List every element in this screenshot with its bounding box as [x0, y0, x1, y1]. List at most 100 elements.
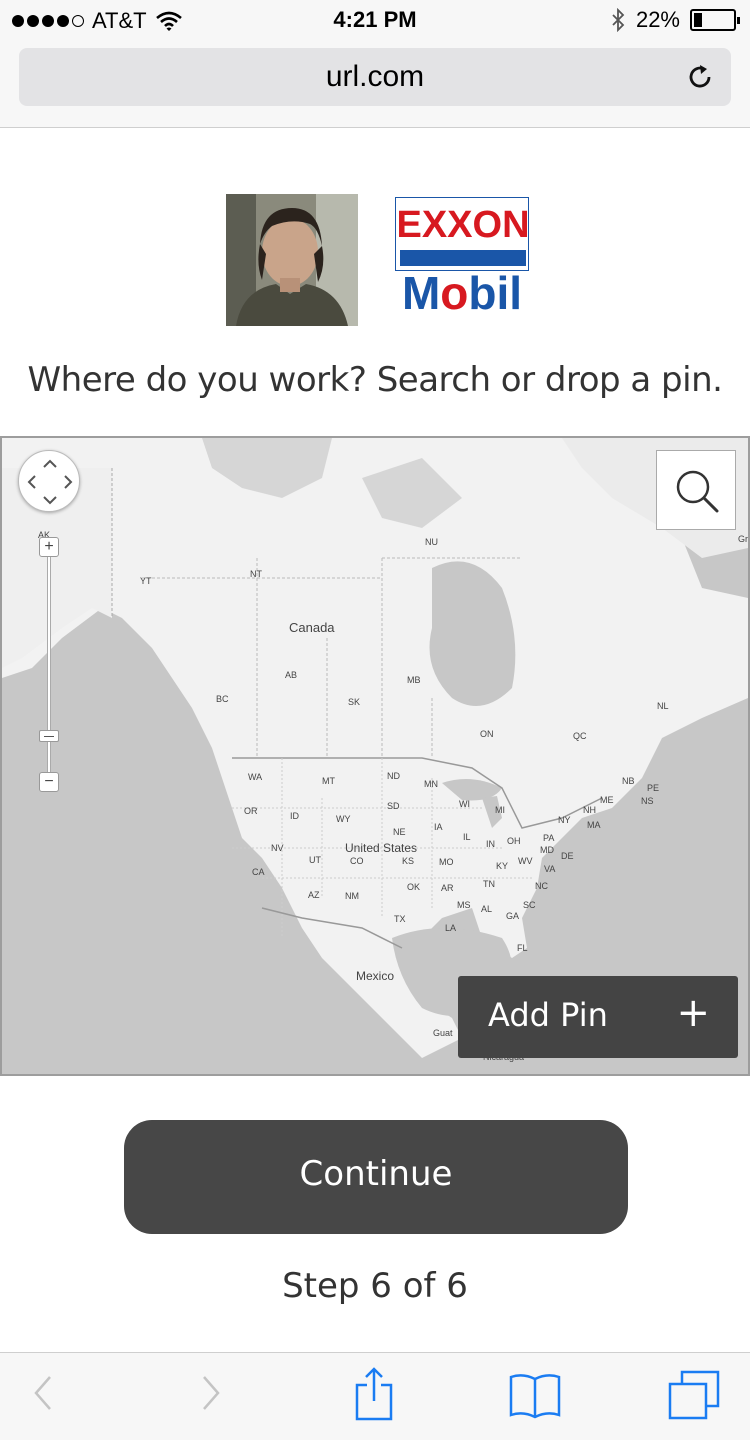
map-label-in: IN: [486, 839, 495, 849]
logo-brand-bottom: Mobil: [392, 266, 532, 320]
map-label-wy: WY: [336, 814, 351, 824]
map-label-nb: NB: [622, 776, 635, 786]
battery-icon: [690, 9, 740, 31]
company-logo: EXXON Mobil: [392, 194, 532, 324]
logo-brand-bottom-rest: bil: [468, 267, 523, 319]
map-label-ok: OK: [407, 882, 421, 892]
map-label-ut: UT: [309, 855, 321, 865]
map-label-id: ID: [290, 811, 299, 821]
map-label-guatemala: Guat: [433, 1028, 453, 1038]
zoom-slider-thumb[interactable]: [39, 730, 59, 742]
battery-percent: 22%: [635, 7, 680, 32]
map-label-al: AL: [481, 904, 493, 914]
logo-brand-bottom-m: M: [401, 267, 441, 319]
map-label-united-states: United States: [345, 841, 418, 855]
add-pin-button[interactable]: Add Pin +: [458, 976, 738, 1058]
map-label-ne: NE: [393, 827, 406, 837]
map-label-nl: NL: [657, 701, 669, 711]
map-label-ga: GA: [506, 911, 520, 921]
user-avatar: [226, 194, 358, 326]
map-label-sk: SK: [348, 697, 361, 707]
bookmarks-icon[interactable]: [508, 1371, 562, 1419]
map-label-sc: SC: [523, 900, 536, 910]
continue-button[interactable]: Continue: [124, 1120, 628, 1234]
map-label-bc: BC: [216, 694, 229, 704]
back-chevron-icon[interactable]: [30, 1371, 56, 1415]
map-label-ns: NS: [641, 796, 654, 806]
map-label-la: LA: [445, 923, 457, 933]
map-label-greenland: Gr: [738, 534, 748, 544]
map-label-ny: NY: [558, 815, 571, 825]
browser-address-area: url.com: [0, 40, 750, 128]
forward-chevron-icon[interactable]: [198, 1371, 224, 1415]
reload-icon[interactable]: [685, 62, 715, 92]
map-pan-control[interactable]: [18, 450, 80, 512]
map-label-nh: NH: [583, 805, 596, 815]
map-label-ms: MS: [457, 900, 471, 910]
battery-fill: [694, 13, 702, 27]
map-view[interactable]: AK YT NT NU Gr Canada AB MB BC SK NL ON …: [0, 436, 750, 1076]
step-indicator: Step 6 of 6: [282, 1266, 468, 1306]
map-label-ia: IA: [434, 822, 443, 832]
map-label-de: DE: [561, 851, 574, 861]
zoom-in-button[interactable]: +: [39, 537, 59, 557]
map-label-va: VA: [544, 864, 556, 874]
map-label-pa: PA: [543, 833, 555, 843]
map-label-sd: SD: [387, 801, 400, 811]
map-label-nu: NU: [425, 537, 438, 547]
map-label-ab: AB: [285, 670, 298, 680]
map-label-md: MD: [540, 845, 554, 855]
map-label-mn: MN: [424, 779, 438, 789]
search-icon: [676, 470, 719, 513]
map-label-ar: AR: [441, 883, 454, 893]
share-icon[interactable]: [354, 1365, 394, 1421]
map-label-qc: QC: [573, 731, 587, 741]
map-label-nd: ND: [387, 771, 400, 781]
map-label-co: CO: [350, 856, 364, 866]
map-label-tn: TN: [483, 879, 495, 889]
continue-label: Continue: [299, 1154, 453, 1194]
tabs-icon[interactable]: [666, 1369, 722, 1421]
map-label-me: ME: [600, 795, 614, 805]
map-label-nv: NV: [271, 843, 284, 853]
bluetooth-icon: [612, 8, 625, 32]
logo-bar: [400, 250, 526, 266]
url-text[interactable]: url.com: [19, 60, 731, 94]
plus-icon: +: [676, 990, 710, 1036]
map-label-on: ON: [480, 729, 494, 739]
map-label-oh: OH: [507, 836, 521, 846]
logo-brand-bottom-o: o: [440, 267, 469, 319]
map-label-wa: WA: [248, 772, 263, 782]
map-label-fl: FL: [517, 943, 528, 953]
map-label-wv: WV: [518, 856, 533, 866]
zoom-out-button[interactable]: −: [39, 772, 59, 792]
map-label-mi: MI: [495, 805, 505, 815]
address-bar[interactable]: url.com: [19, 48, 731, 106]
map-label-mo: MO: [439, 857, 454, 867]
add-pin-label: Add Pin: [488, 996, 608, 1034]
map-label-tx: TX: [394, 914, 406, 924]
map-search-button[interactable]: [656, 450, 736, 530]
map-label-il: IL: [463, 832, 471, 842]
location-prompt: Where do you work? Search or drop a pin.: [27, 360, 723, 400]
map-label-mexico: Mexico: [356, 969, 395, 983]
map-label-ky: KY: [496, 861, 509, 871]
map-label-nm: NM: [345, 891, 359, 901]
map-label-mt: MT: [322, 776, 335, 786]
map-label-mb: MB: [407, 675, 421, 685]
map-label-az: AZ: [308, 890, 320, 900]
map-label-ca: CA: [252, 867, 265, 877]
status-right: 22%: [610, 7, 740, 33]
logo-brand-top: EXXON: [396, 204, 530, 246]
zoom-slider-track[interactable]: [47, 550, 51, 780]
map-label-canada: Canada: [289, 620, 335, 635]
map-label-or: OR: [244, 806, 258, 816]
map-label-pe: PE: [647, 783, 660, 793]
map-label-ks: KS: [402, 856, 415, 866]
map-label-nt: NT: [250, 569, 262, 579]
browser-toolbar: [0, 1352, 750, 1440]
map-label-wi: WI: [459, 799, 470, 809]
logo-frame: EXXON: [395, 197, 530, 271]
status-bar: AT&T 4:21 PM 22%: [0, 0, 750, 40]
map-label-ma: MA: [587, 820, 601, 830]
